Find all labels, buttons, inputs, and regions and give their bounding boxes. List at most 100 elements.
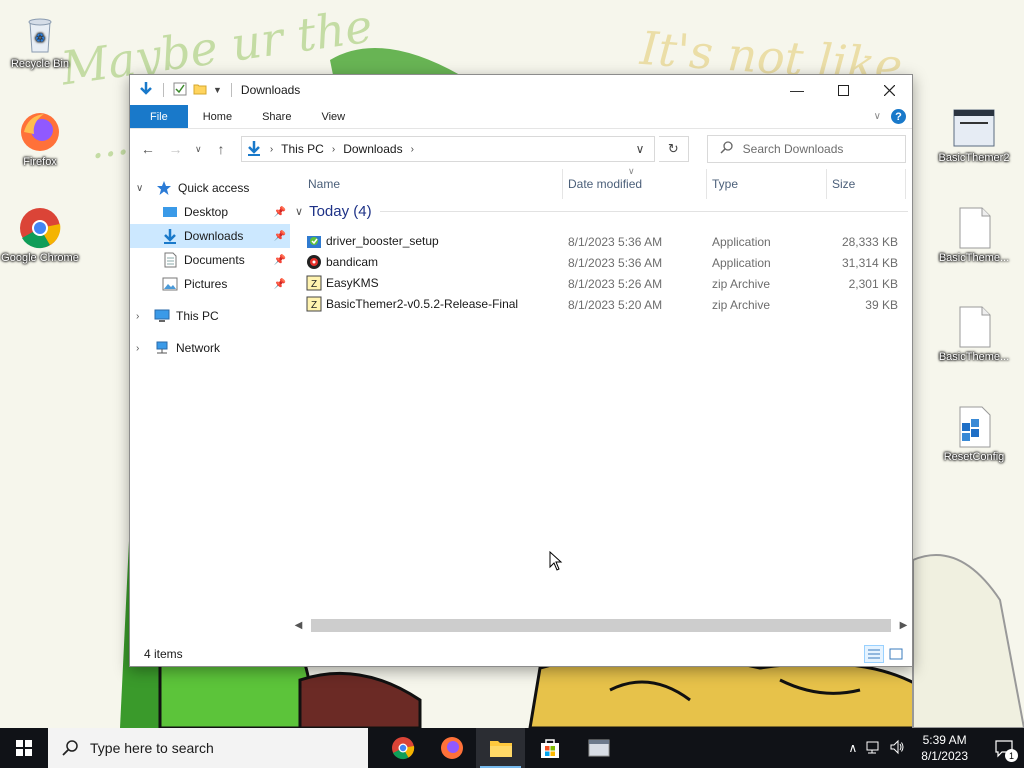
maximize-button[interactable] xyxy=(820,75,866,105)
recycle-bin-icon: ♻ xyxy=(18,12,62,56)
breadcrumb-chevron-icon[interactable]: › xyxy=(332,144,335,155)
explorer-window: ▼ Downloads — File Home Share View ∨ ? ←… xyxy=(129,74,913,667)
scroll-right-icon[interactable]: ▶ xyxy=(895,620,912,631)
nav-pictures[interactable]: Pictures 📌 xyxy=(130,272,290,296)
show-hidden-icons-icon[interactable]: ∧ xyxy=(848,741,857,755)
taskbar-search-box[interactable]: Type here to search xyxy=(48,728,368,768)
start-button[interactable] xyxy=(0,728,48,768)
recent-locations-button[interactable]: ∨ xyxy=(191,137,205,161)
address-dropdown-icon[interactable]: ∨ xyxy=(626,142,654,156)
taskbar-file-explorer[interactable] xyxy=(476,728,525,768)
svg-text:♻: ♻ xyxy=(35,31,46,45)
breadcrumb-chevron-icon[interactable]: › xyxy=(270,144,273,155)
desktop-icon-label: Recycle Bin xyxy=(10,58,70,70)
taskbar-firefox[interactable] xyxy=(427,728,476,768)
desktop-icon-basictheme-2[interactable]: BasicTheme... xyxy=(934,305,1014,364)
desktop-icon-label: Firefox xyxy=(23,156,57,168)
nav-network[interactable]: › Network xyxy=(130,336,290,360)
tab-file[interactable]: File xyxy=(130,105,188,128)
back-button[interactable]: ← xyxy=(136,137,160,161)
action-center-button[interactable]: 1 xyxy=(984,728,1024,768)
nav-documents[interactable]: Documents 📌 xyxy=(130,248,290,272)
minimize-button[interactable]: — xyxy=(774,75,820,105)
star-icon xyxy=(156,180,172,196)
pin-icon[interactable]: 📌 xyxy=(274,255,286,266)
scroll-left-icon[interactable]: ◀ xyxy=(290,620,307,631)
volume-icon[interactable] xyxy=(889,739,905,758)
desktop-icon-basictheme-1[interactable]: BasicTheme... xyxy=(934,206,1014,265)
column-header-name[interactable]: Name xyxy=(308,177,340,191)
zip-icon: Z xyxy=(306,296,322,312)
column-header-type[interactable]: Type xyxy=(712,177,738,191)
column-divider[interactable] xyxy=(905,169,906,199)
collapse-chevron-icon[interactable]: ∨ xyxy=(136,183,143,194)
nav-this-pc[interactable]: › This PC xyxy=(130,304,290,328)
help-icon[interactable]: ? xyxy=(891,109,906,124)
file-icon xyxy=(952,206,996,250)
desktop-icon-google-chrome[interactable]: Google Chrome xyxy=(0,206,80,265)
item-count: 4 items xyxy=(144,647,183,661)
network-icon[interactable] xyxy=(865,739,881,758)
column-divider[interactable] xyxy=(706,169,707,199)
properties-icon[interactable] xyxy=(173,82,187,99)
scrollbar-thumb[interactable] xyxy=(311,619,891,632)
collapse-chevron-icon[interactable]: ∨ xyxy=(295,205,303,218)
breadcrumb-downloads[interactable]: Downloads xyxy=(343,142,402,156)
explorer-body: ∨ Quick access Desktop 📌 Downloads 📌 Doc… xyxy=(130,166,912,642)
desktop-icon-firefox[interactable]: Firefox xyxy=(0,110,80,169)
tab-view[interactable]: View xyxy=(306,105,360,128)
search-input[interactable]: Search Downloads xyxy=(743,142,844,156)
expand-ribbon-icon[interactable]: ∨ xyxy=(874,111,881,122)
file-date: 8/1/2023 5:26 AM xyxy=(568,277,663,291)
nav-item-label: Network xyxy=(176,341,221,355)
column-divider[interactable] xyxy=(562,169,563,199)
refresh-button[interactable]: ↻ xyxy=(659,136,689,162)
desktop-icon-basicthemer2[interactable]: BasicThemer2 xyxy=(934,106,1014,165)
pin-icon[interactable]: 📌 xyxy=(274,231,286,242)
expand-chevron-icon[interactable]: › xyxy=(136,311,139,322)
large-icons-view-icon[interactable] xyxy=(886,645,906,663)
column-header-date[interactable]: Date modified xyxy=(568,177,642,191)
clock-date: 8/1/2023 xyxy=(921,749,968,763)
file-type: Application xyxy=(712,235,771,249)
column-headers: Name Date modified ∨ Type Size xyxy=(290,166,912,199)
tab-share[interactable]: Share xyxy=(247,105,306,128)
pin-icon[interactable]: 📌 xyxy=(274,279,286,290)
taskbar-microsoft-store[interactable] xyxy=(525,728,574,768)
taskbar-chrome[interactable] xyxy=(378,728,427,768)
file-row[interactable]: Z BasicThemer2-v0.5.2-Release-Final 8/1/… xyxy=(290,294,910,315)
search-icon xyxy=(62,740,78,756)
details-view-icon[interactable] xyxy=(864,645,884,663)
column-header-size[interactable]: Size xyxy=(832,177,855,191)
nav-quick-access[interactable]: ∨ Quick access xyxy=(130,176,290,200)
close-button[interactable] xyxy=(866,75,912,105)
clock[interactable]: 5:39 AM 8/1/2023 xyxy=(913,732,976,764)
expand-chevron-icon[interactable]: › xyxy=(136,343,139,354)
desktop-icon-recycle-bin[interactable]: ♻ Recycle Bin xyxy=(0,12,80,71)
breadcrumb-chevron-icon[interactable]: › xyxy=(411,144,414,155)
nav-downloads[interactable]: Downloads 📌 xyxy=(130,224,290,248)
pin-icon[interactable]: 📌 xyxy=(274,207,286,218)
forward-button[interactable]: → xyxy=(164,137,188,161)
breadcrumb-this-pc[interactable]: This PC xyxy=(281,142,324,156)
file-row[interactable]: driver_booster_setup 8/1/2023 5:36 AM Ap… xyxy=(290,231,910,252)
taskbar-search-placeholder: Type here to search xyxy=(90,740,214,756)
search-box[interactable]: Search Downloads xyxy=(706,135,907,163)
group-header-today[interactable]: ∨ Today (4) xyxy=(295,203,908,220)
up-button[interactable]: ↑ xyxy=(209,137,233,161)
tab-home[interactable]: Home xyxy=(188,105,247,128)
horizontal-scrollbar[interactable]: ◀ ▶ xyxy=(290,617,912,634)
nav-desktop[interactable]: Desktop 📌 xyxy=(130,200,290,224)
title-bar[interactable]: ▼ Downloads — xyxy=(130,75,912,105)
desktop-icon-resetconfig[interactable]: ResetConfig xyxy=(934,405,1014,464)
column-divider[interactable] xyxy=(826,169,827,199)
file-row[interactable]: Z EasyKMS 8/1/2023 5:26 AM zip Archive 2… xyxy=(290,273,910,294)
address-bar[interactable]: › This PC › Downloads › ∨ xyxy=(240,136,656,162)
taskbar-app[interactable] xyxy=(574,728,623,768)
bandicam-icon xyxy=(306,254,322,270)
file-row[interactable]: bandicam 8/1/2023 5:36 AM Application 31… xyxy=(290,252,910,273)
nav-item-label: Documents xyxy=(184,253,245,267)
new-folder-icon[interactable] xyxy=(193,82,207,99)
desktop-icon-label: ResetConfig xyxy=(943,451,1005,463)
customize-toolbar-icon[interactable]: ▼ xyxy=(213,85,222,95)
